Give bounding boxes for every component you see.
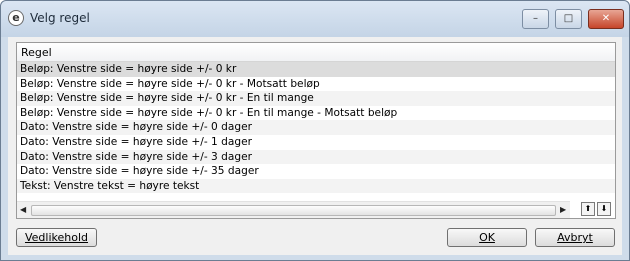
list-item[interactable]: Dato: Venstre side = høyre side +/- 0 da…	[17, 120, 615, 135]
list-item[interactable]: Dato: Venstre side = høyre side +/- 35 d…	[17, 164, 615, 179]
move-up-button[interactable]: ⬆	[581, 202, 595, 216]
list-item[interactable]: Beløp: Venstre side = høyre side +/- 0 k…	[17, 106, 615, 121]
list-item[interactable]: Dato: Venstre side = høyre side +/- 3 da…	[17, 149, 615, 165]
column-header-label: Regel	[21, 46, 52, 59]
list-item[interactable]: Beløp: Venstre side = høyre side +/- 0 k…	[17, 91, 615, 106]
horizontal-scrollbar[interactable]: ◀ ▶	[17, 201, 570, 218]
title-bar[interactable]: e Velg regel – □ ✕	[1, 1, 629, 37]
list-item[interactable]: Beløp: Venstre side = høyre side +/- 0 k…	[17, 77, 615, 92]
ok-button[interactable]: OK	[447, 228, 527, 247]
window-title: Velg regel	[30, 11, 90, 25]
dialog-body: Regel Beløp: Venstre side = høyre side +…	[8, 37, 622, 255]
app-logo-icon[interactable]: e	[8, 10, 24, 26]
rule-list[interactable]: Regel Beløp: Venstre side = høyre side +…	[16, 42, 616, 219]
maximize-button[interactable]: □	[555, 9, 582, 29]
move-down-button[interactable]: ⬇	[597, 202, 611, 216]
cancel-button[interactable]: Avbryt	[535, 228, 615, 247]
list-item[interactable]: Dato: Venstre side = høyre side +/- 1 da…	[17, 135, 615, 150]
rule-rows: Beløp: Venstre side = høyre side +/- 0 k…	[17, 62, 615, 194]
minimize-button[interactable]: –	[522, 9, 549, 29]
scrollbar-thumb[interactable]	[31, 205, 556, 216]
list-item[interactable]: Beløp: Venstre side = høyre side +/- 0 k…	[17, 62, 615, 77]
scroll-right-icon[interactable]: ▶	[560, 205, 566, 214]
maintenance-button[interactable]: Vedlikehold	[16, 228, 97, 247]
list-item[interactable]: Tekst: Venstre tekst = høyre tekst	[17, 178, 615, 194]
dialog-window: e Velg regel – □ ✕ Regel Beløp: Venstre …	[0, 0, 630, 261]
close-button[interactable]: ✕	[588, 9, 624, 29]
list-column-header[interactable]: Regel	[17, 43, 615, 62]
scroll-left-icon[interactable]: ◀	[20, 205, 26, 214]
